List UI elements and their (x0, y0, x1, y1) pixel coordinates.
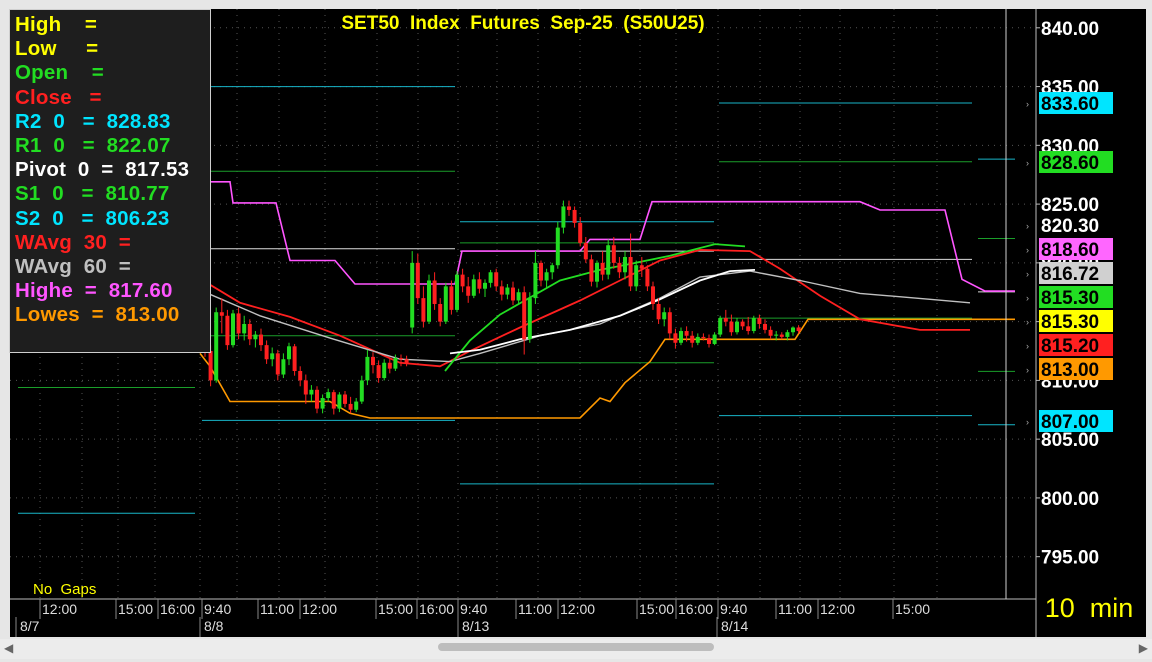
svg-text:›: › (1026, 99, 1029, 109)
price-tag-9: 807.00 › (1026, 410, 1113, 433)
x-time-label-13: 9:40 (720, 601, 747, 617)
price-tag-label-5: 815.30 (1041, 288, 1099, 309)
candle-98 (751, 315, 756, 334)
candle-43 (443, 282, 448, 324)
price-tag-label-1: 828.60 (1041, 153, 1099, 174)
price-tag-3: 818.60 › (1026, 238, 1113, 261)
candle-69 (589, 254, 594, 287)
x-time-label-3: 9:40 (204, 601, 231, 617)
gaps-label: No Gaps (33, 581, 96, 598)
candle-92 (718, 315, 723, 337)
svg-text:›: › (1026, 317, 1029, 327)
candle-5 (231, 309, 235, 348)
price-tag-label-0: 833.60 (1041, 94, 1099, 115)
y-tick-label-9: 795.00 (1041, 548, 1099, 569)
price-tag-2: 820.30 › (1026, 214, 1113, 237)
candle-37 (410, 251, 415, 334)
candle-4 (225, 309, 230, 350)
info-line-1: Low = (15, 37, 99, 61)
svg-text:›: › (1026, 221, 1029, 231)
svg-text:›: › (1026, 417, 1029, 427)
price-tag-5: 815.30 › (1026, 286, 1113, 309)
scroll-right-arrow-icon[interactable]: ▶ (1139, 641, 1148, 655)
scroll-thumb[interactable] (438, 643, 714, 651)
candle-63 (555, 221, 560, 269)
x-time-label-0: 12:00 (42, 601, 77, 617)
price-tag-6: 815.30 › (1026, 310, 1113, 333)
x-time-label-11: 15:00 (639, 601, 674, 617)
x-time-label-14: 11:00 (778, 601, 812, 617)
info-panel: High = Low = Open = Close = R2 0 = 828.83 R1 … (9, 9, 211, 353)
price-tag-label-8: 813.00 (1041, 360, 1099, 381)
svg-text:›: › (1026, 341, 1029, 351)
svg-text:›: › (1026, 269, 1029, 279)
price-tag-label-6: 815.30 (1041, 312, 1099, 333)
candle-45 (455, 271, 459, 313)
info-line-9: WAvg 30 = (15, 230, 131, 254)
price-tag-7: 815.20 › (1026, 334, 1113, 357)
candle-40 (427, 274, 431, 324)
x-time-label-1: 15:00 (118, 601, 153, 617)
x-date-label-1: 8/8 (204, 618, 224, 634)
info-line-7: S1 0 = 810.77 (15, 182, 170, 206)
x-time-label-12: 16:00 (678, 601, 713, 617)
y-tick-label-7: 805.00 (1041, 430, 1099, 451)
svg-text:›: › (1026, 245, 1029, 255)
x-time-label-4: 11:00 (260, 601, 294, 617)
x-time-label-5: 12:00 (302, 601, 337, 617)
x-time-label-6: 15:00 (378, 601, 413, 617)
x-date-label-3: 8/14 (721, 618, 748, 634)
price-tag-label-2: 820.30 (1041, 216, 1099, 237)
info-line-3: Close = (15, 85, 102, 109)
info-line-2: Open = (15, 61, 104, 85)
horizontal-scrollbar[interactable]: ◀ ▶ (0, 639, 1152, 659)
info-line-11: Highe = 817.60 (15, 279, 173, 303)
scroll-left-arrow-icon[interactable]: ◀ (4, 641, 13, 655)
price-tag-label-9: 807.00 (1041, 412, 1099, 433)
price-tag-label-3: 818.60 (1041, 240, 1099, 261)
svg-text:›: › (1026, 158, 1029, 168)
x-date-label-0: 8/7 (20, 618, 40, 634)
price-tag-8: 813.00 › (1026, 358, 1113, 381)
chart-title: SET50 Index Futures Sep-25 (S50U25) (341, 13, 704, 34)
x-time-label-8: 9:40 (460, 601, 487, 617)
x-time-label-9: 11:00 (518, 601, 552, 617)
price-tag-0: 833.60 › (1026, 92, 1113, 115)
price-tag-label-4: 816.72 (1041, 264, 1099, 285)
candle-58 (527, 292, 532, 343)
y-tick-label-8: 800.00 (1041, 489, 1099, 510)
price-tag-4: 816.72 › (1026, 262, 1113, 285)
candle-2 (214, 307, 219, 383)
x-time-label-2: 16:00 (160, 601, 195, 617)
info-line-10: WAvg 60 = (15, 255, 131, 279)
svg-text:›: › (1026, 293, 1029, 303)
y-tick-label-3: 825.00 (1041, 195, 1099, 216)
interval-label: 10 min (1045, 593, 1134, 623)
x-time-label-15: 12:00 (820, 601, 855, 617)
x-date-label-2: 8/13 (462, 618, 489, 634)
y-tick-label-0: 840.00 (1041, 19, 1099, 40)
info-line-4: R2 0 = 828.83 (15, 109, 171, 133)
info-line-12: Lowes = 813.00 (15, 303, 180, 327)
info-line-6: Pivot 0 = 817.53 (15, 158, 190, 182)
x-time-label-16: 15:00 (895, 601, 930, 617)
price-tag-1: 828.60 › (1026, 151, 1113, 174)
x-time-label-10: 12:00 (560, 601, 595, 617)
price-tag-label-7: 815.20 (1041, 336, 1099, 357)
info-line-0: High = (15, 13, 98, 36)
svg-text:›: › (1026, 365, 1029, 375)
info-line-8: S2 0 = 806.23 (15, 206, 170, 230)
candle-72 (606, 239, 611, 280)
info-line-5: R1 0 = 822.07 (15, 134, 171, 158)
x-time-label-7: 16:00 (419, 601, 454, 617)
candle-16 (292, 343, 297, 376)
